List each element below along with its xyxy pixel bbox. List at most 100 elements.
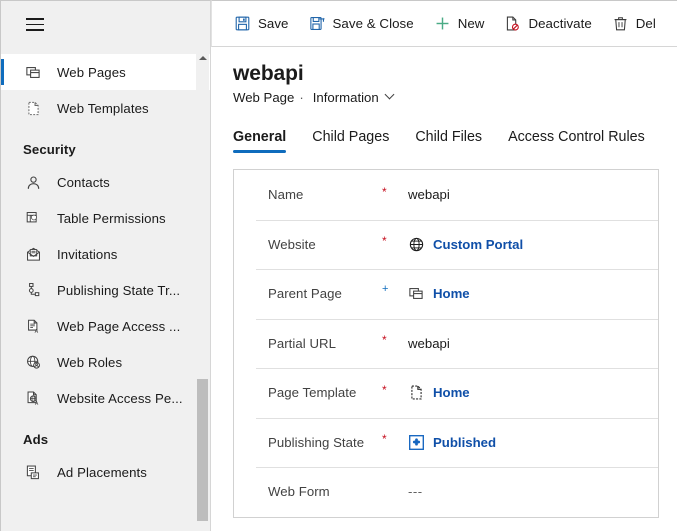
svg-text:A: A: [34, 328, 38, 334]
website-access-permission-icon: A: [23, 388, 43, 408]
chevron-down-icon[interactable]: [386, 91, 395, 100]
sidebar-item-contacts[interactable]: Contacts: [1, 164, 210, 200]
field-value-text[interactable]: Published: [433, 435, 496, 450]
sidebar-header: [1, 1, 210, 48]
sidebar-group-ads: Ads: [23, 432, 49, 447]
sidebar-item-ad-placements[interactable]: Ad Placements: [1, 454, 210, 490]
web-roles-icon: [23, 352, 43, 372]
command-bar: Save Save & Close New Deactivate Del: [211, 0, 677, 47]
command-button-label: Save & Close: [332, 16, 414, 31]
new-button[interactable]: New: [424, 6, 495, 42]
sidebar-item-label: Web Templates: [57, 100, 149, 116]
field-label: Name: [268, 187, 304, 203]
tab-child-pages[interactable]: Child Pages: [312, 129, 389, 153]
form-card: Name * webapi Website * Custom Portal Parent P…: [233, 169, 659, 518]
field-value[interactable]: Home: [408, 285, 470, 302]
field-value[interactable]: Published: [408, 434, 496, 451]
sidebar-item-publishing-state-tr[interactable]: Publishing State Tr...: [1, 272, 210, 308]
field-value[interactable]: ---: [408, 484, 423, 499]
app-window: Web Pages Web Templates Security Contacts Ta…: [0, 0, 677, 531]
sidebar-item-table-permissions[interactable]: Table Permissions: [1, 200, 210, 236]
field-value-text[interactable]: Home: [433, 286, 470, 301]
web-pages-icon: [23, 62, 43, 82]
page-title: webapi: [233, 62, 304, 85]
sidebar-item-label: Website Access Pe...: [57, 390, 183, 406]
invitations-icon: [23, 244, 43, 264]
sidebar-item-web-templates[interactable]: Web Templates: [1, 90, 210, 126]
svg-text:A: A: [34, 400, 38, 406]
sidebar-item-label: Web Pages: [57, 64, 126, 80]
page-header: webapi Web Page · Information: [211, 47, 677, 105]
save-and-close-icon: [309, 15, 326, 32]
field-label: Page Template: [268, 385, 357, 401]
form-selector-label[interactable]: Information: [313, 90, 379, 105]
hamburger-icon[interactable]: [26, 18, 44, 31]
sidebar-item-web-page-access[interactable]: A Web Page Access ...: [1, 308, 210, 344]
save-close-button[interactable]: Save & Close: [299, 6, 424, 42]
save-button[interactable]: Save: [224, 6, 299, 42]
sidebar-item-label: Table Permissions: [57, 210, 166, 226]
tab-bar: General Child Pages Child Files Access Cont…: [211, 121, 677, 153]
field-value-text: ---: [408, 484, 423, 500]
sidebar-item-label: Invitations: [57, 246, 118, 262]
field-required-marker: *: [382, 432, 387, 447]
tab-access-control-rules[interactable]: Access Control Rules: [508, 129, 645, 153]
form-row-publishing-state: Publishing State * Published: [234, 417, 658, 468]
sidebar-scrollbar[interactable]: [196, 49, 209, 530]
tab-general[interactable]: General: [233, 129, 287, 153]
tab-child-files[interactable]: Child Files: [415, 129, 482, 153]
ad-placements-icon: [23, 462, 43, 482]
field-label: Web Form: [268, 484, 330, 500]
field-value[interactable]: webapi: [408, 187, 450, 202]
web-pages-icon: [408, 285, 425, 302]
sidebar-group-security: Security: [23, 142, 76, 157]
command-button-label: New: [457, 16, 485, 31]
field-value-text: webapi: [408, 335, 450, 351]
deactivate-icon: [504, 15, 521, 32]
subheader-separator: ·: [299, 90, 304, 105]
del-button[interactable]: Del: [602, 6, 666, 42]
publishing-state-transition-icon: [23, 280, 43, 300]
table-permissions-icon: [23, 208, 43, 228]
sidebar-item-label: Publishing State Tr...: [57, 282, 181, 298]
sidebar-item-web-roles[interactable]: Web Roles: [1, 344, 210, 380]
web-templates-icon: [23, 98, 43, 118]
sidebar: Web Pages Web Templates Security Contacts Ta…: [0, 0, 211, 531]
sidebar-item-label: Web Roles: [57, 354, 123, 370]
page-template-icon: [408, 384, 425, 401]
deactivate-button[interactable]: Deactivate: [494, 6, 601, 42]
sidebar-nav: Web Pages Web Templates Security Contacts Ta…: [1, 48, 210, 531]
field-value-text[interactable]: Custom Portal: [433, 237, 523, 252]
field-value[interactable]: webapi: [408, 336, 450, 351]
plus-icon: [434, 15, 451, 32]
form-row-partial-url: Partial URL * webapi: [234, 318, 658, 369]
field-label: Partial URL: [268, 335, 336, 351]
field-label: Parent Page: [268, 286, 342, 302]
web-page-access-icon: A: [23, 316, 43, 336]
sidebar-item-website-access-pe[interactable]: A Website Access Pe...: [1, 380, 210, 416]
field-value-text[interactable]: Home: [433, 385, 470, 400]
sidebar-item-web-pages[interactable]: Web Pages: [1, 54, 210, 90]
entity-name: Web Page: [233, 90, 295, 105]
sidebar-item-invitations[interactable]: Invitations: [1, 236, 210, 272]
scroll-up-arrow-icon[interactable]: [196, 51, 209, 64]
field-label: Website: [268, 236, 316, 252]
sidebar-scrollbar-thumb[interactable]: [197, 379, 208, 521]
field-value[interactable]: Home: [408, 384, 470, 401]
field-required-marker: *: [382, 234, 387, 249]
page-subheader: Web Page · Information: [233, 90, 677, 105]
form-row-web-form: Web Form ---: [234, 467, 658, 517]
form-row-name: Name * webapi: [234, 170, 658, 220]
field-required-marker: *: [382, 184, 387, 199]
field-value-text: webapi: [408, 187, 450, 203]
delete-trash-icon: [612, 15, 629, 32]
field-label: Publishing State: [268, 434, 365, 450]
main-content: Save Save & Close New Deactivate Del webapi …: [211, 0, 677, 531]
command-button-label: Deactivate: [528, 16, 592, 31]
field-required-marker: *: [382, 382, 387, 397]
form-row-website: Website * Custom Portal: [234, 219, 658, 270]
globe-icon: [408, 236, 425, 253]
sidebar-item-label: Ad Placements: [57, 464, 147, 480]
save-icon: [234, 15, 251, 32]
field-value[interactable]: Custom Portal: [408, 236, 523, 253]
